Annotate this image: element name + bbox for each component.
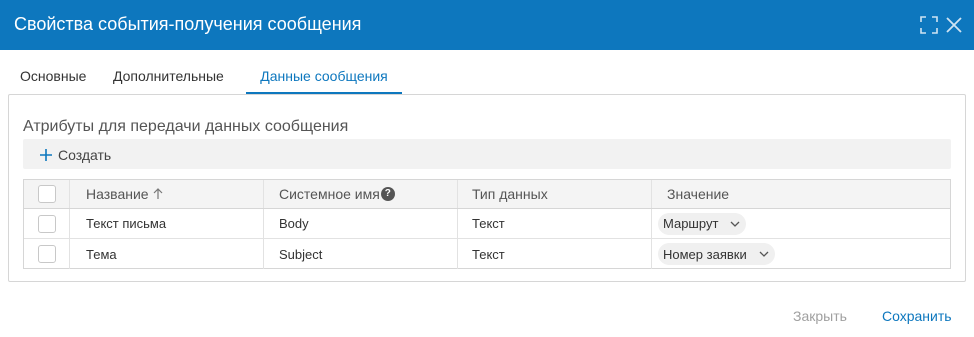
row-checkbox[interactable] xyxy=(37,214,56,233)
expand-icon[interactable] xyxy=(920,16,938,34)
section-title: Атрибуты для передачи данных сообщения xyxy=(23,118,349,135)
column-header-value-label: Значение xyxy=(667,186,730,202)
column-header-data-type-label: Тип данных xyxy=(472,186,548,202)
help-icon[interactable]: ? xyxy=(380,187,395,201)
tab-message-data[interactable]: Данные сообщения xyxy=(246,64,402,94)
tab-main[interactable]: Основные xyxy=(20,64,86,94)
chevron-down-icon xyxy=(759,251,769,257)
cell-data-type: Текст xyxy=(458,239,652,269)
create-button[interactable]: Создать xyxy=(39,145,111,165)
column-header-name-label: Название xyxy=(86,186,149,202)
dialog-title: Свойства события-получения сообщения xyxy=(14,14,362,34)
close-button[interactable]: Закрыть xyxy=(793,306,847,326)
plus-icon xyxy=(40,149,52,161)
column-header-data-type[interactable]: Тип данных xyxy=(458,180,652,208)
select-all-checkbox[interactable] xyxy=(37,185,56,203)
value-select[interactable]: Номер заявки xyxy=(658,243,775,265)
column-header-system-name[interactable]: Системное имя ? xyxy=(264,180,458,208)
column-header-value[interactable]: Значение xyxy=(652,180,950,208)
create-button-label: Создать xyxy=(58,147,112,163)
column-header-name[interactable]: Название xyxy=(70,180,264,208)
cell-system-name: Subject xyxy=(264,239,458,269)
value-select[interactable]: Маршрут xyxy=(658,212,747,235)
cell-name: Текст письма xyxy=(70,209,264,238)
table-header-row: Название Системное имя ? Тип данных Знач… xyxy=(24,180,950,209)
table-row[interactable]: Текст письма Body Текст Маршрут xyxy=(24,209,950,239)
sort-asc-icon xyxy=(153,188,162,199)
cell-data-type: Текст xyxy=(458,209,652,238)
column-header-system-name-label: Системное имя xyxy=(279,186,380,202)
row-checkbox[interactable] xyxy=(37,245,56,263)
chevron-down-icon xyxy=(730,221,740,227)
attributes-table: Название Системное имя ? Тип данных Знач… xyxy=(23,179,951,269)
close-icon[interactable] xyxy=(945,16,963,34)
tab-additional[interactable]: Дополнительные xyxy=(113,64,224,94)
cell-name: Тема xyxy=(70,239,264,269)
value-select-label: Номер заявки xyxy=(663,246,747,262)
save-button[interactable]: Сохранить xyxy=(882,306,952,326)
cell-system-name: Body xyxy=(264,209,458,238)
table-row[interactable]: Тема Subject Текст Номер заявки xyxy=(24,239,950,269)
value-select-label: Маршрут xyxy=(663,216,719,231)
dialog-header: Свойства события-получения сообщения xyxy=(0,0,974,50)
grid-toolbar: Создать xyxy=(23,139,951,169)
